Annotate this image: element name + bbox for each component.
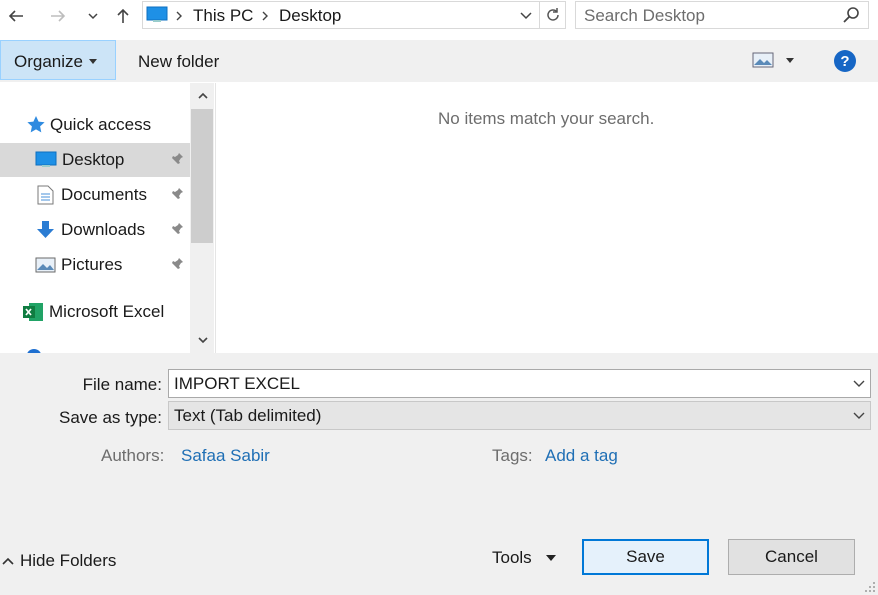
nav-item-documents[interactable]: Documents bbox=[0, 178, 190, 212]
cancel-button[interactable]: Cancel bbox=[728, 539, 855, 575]
chevron-down-icon[interactable] bbox=[853, 380, 865, 388]
tools-button[interactable]: Tools bbox=[492, 546, 556, 570]
nav-scroll-thumb[interactable] bbox=[191, 109, 213, 243]
nav-item-label: Pictures bbox=[61, 255, 123, 274]
authors-value[interactable]: Safaa Sabir bbox=[181, 446, 270, 466]
nav-item-label: Downloads bbox=[61, 220, 146, 239]
caret-down-icon bbox=[545, 554, 556, 561]
cancel-button-label: Cancel bbox=[765, 547, 818, 566]
chevron-down-icon bbox=[88, 13, 98, 20]
search-icon[interactable] bbox=[842, 6, 860, 24]
back-arrow-icon bbox=[8, 10, 23, 22]
save-options-panel: File name: IMPORT EXCEL Save as type: Te… bbox=[0, 353, 878, 595]
new-folder-button[interactable]: New folder bbox=[138, 52, 219, 72]
tags-label: Tags: bbox=[492, 446, 533, 465]
nav-item-label: Documents bbox=[61, 185, 147, 204]
breadcrumb-chevron-icon bbox=[262, 11, 268, 21]
chevron-up-icon bbox=[2, 557, 14, 565]
organize-label: Organize bbox=[14, 52, 83, 71]
up-button[interactable] bbox=[110, 3, 136, 29]
caret-down-icon bbox=[89, 59, 97, 64]
hide-folders-label: Hide Folders bbox=[20, 551, 117, 570]
pin-icon[interactable] bbox=[170, 187, 184, 203]
nav-item-downloads[interactable]: Downloads bbox=[0, 213, 190, 247]
nav-item-label: Microsoft Excel bbox=[49, 302, 165, 321]
forward-button[interactable] bbox=[45, 3, 71, 29]
breadcrumb-desktop[interactable]: Desktop bbox=[279, 6, 341, 26]
recent-locations-button[interactable] bbox=[80, 3, 106, 29]
file-name-input[interactable]: IMPORT EXCEL bbox=[174, 374, 300, 394]
authors-label: Authors: bbox=[101, 446, 165, 465]
save-button-label: Save bbox=[626, 547, 665, 566]
pictures-icon bbox=[35, 257, 56, 273]
command-bar: Organize New folder ? bbox=[0, 40, 878, 82]
save-button[interactable]: Save bbox=[582, 539, 709, 575]
desktop-icon bbox=[146, 6, 168, 22]
forward-arrow-icon bbox=[51, 10, 66, 22]
search-box[interactable]: Search Desktop bbox=[575, 1, 869, 29]
save-type-label: Save as type: bbox=[58, 408, 162, 427]
breadcrumb-this-pc[interactable]: This PC bbox=[193, 6, 253, 26]
organize-button[interactable]: Organize bbox=[0, 40, 116, 80]
hide-folders-button[interactable]: Hide Folders bbox=[0, 549, 116, 573]
documents-icon bbox=[37, 185, 54, 205]
file-name-label: File name: bbox=[82, 375, 162, 394]
pin-icon[interactable] bbox=[170, 152, 184, 168]
address-bar[interactable]: This PC Desktop bbox=[142, 1, 566, 29]
pin-icon[interactable] bbox=[170, 222, 184, 238]
refresh-icon[interactable] bbox=[544, 6, 562, 24]
resize-grip-icon[interactable] bbox=[864, 581, 876, 593]
breadcrumb-chevron-icon bbox=[176, 11, 182, 21]
desktop-icon bbox=[35, 151, 57, 167]
up-arrow-icon bbox=[117, 8, 129, 23]
scroll-up-icon[interactable] bbox=[197, 91, 209, 101]
help-icon[interactable]: ? bbox=[833, 49, 857, 73]
tags-input[interactable]: Add a tag bbox=[545, 446, 618, 466]
scroll-down-icon[interactable] bbox=[197, 335, 209, 345]
nav-item-label: Desktop bbox=[62, 150, 125, 169]
empty-results-message: No items match your search. bbox=[438, 109, 655, 128]
pin-icon[interactable] bbox=[170, 257, 184, 273]
back-button[interactable] bbox=[3, 3, 29, 29]
star-icon bbox=[27, 116, 45, 133]
search-input[interactable]: Search Desktop bbox=[584, 6, 705, 26]
nav-item-desktop[interactable]: Desktop bbox=[0, 143, 190, 177]
nav-quick-access[interactable]: Quick access bbox=[0, 108, 190, 142]
change-view-icon[interactable] bbox=[752, 52, 774, 68]
svg-text:?: ? bbox=[840, 53, 849, 70]
file-name-field[interactable]: IMPORT EXCEL bbox=[168, 369, 871, 398]
chevron-down-icon bbox=[853, 412, 865, 419]
downloads-icon bbox=[37, 221, 54, 238]
excel-icon bbox=[23, 303, 43, 321]
address-divider bbox=[539, 2, 540, 28]
nav-item-pictures[interactable]: Pictures bbox=[0, 248, 190, 282]
save-type-select[interactable]: Text (Tab delimited) bbox=[168, 401, 871, 430]
nav-item-microsoft-excel[interactable]: Microsoft Excel bbox=[0, 295, 190, 329]
pane-divider bbox=[215, 83, 216, 353]
view-options-caret-icon[interactable] bbox=[786, 58, 794, 64]
tools-label: Tools bbox=[492, 548, 532, 567]
save-type-value: Text (Tab delimited) bbox=[174, 405, 322, 425]
navigation-pane: Quick access Desktop Documents Downloads… bbox=[0, 83, 216, 353]
address-dropdown-icon[interactable] bbox=[519, 11, 533, 21]
nav-quick-access-label: Quick access bbox=[50, 115, 152, 134]
